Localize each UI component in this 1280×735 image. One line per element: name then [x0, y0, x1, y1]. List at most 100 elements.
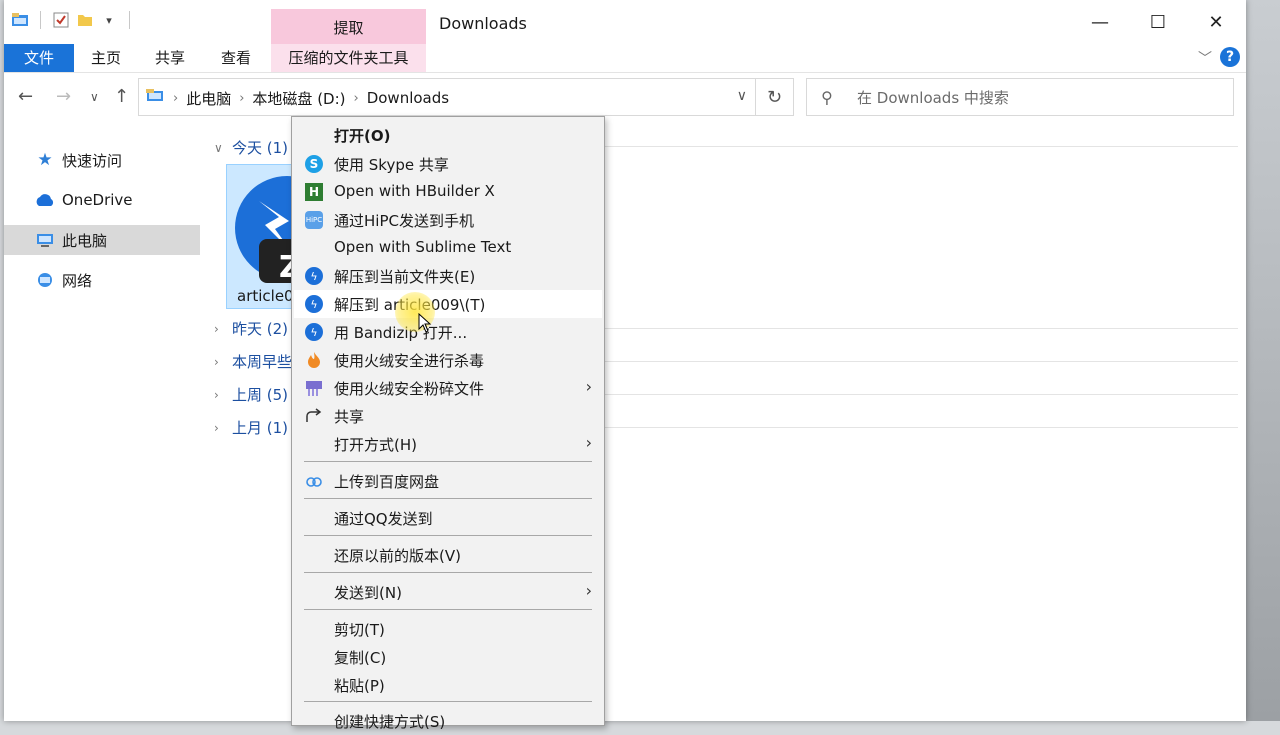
- menu-item-send-qq[interactable]: 通过QQ发送到: [294, 504, 602, 532]
- help-icon[interactable]: ?: [1220, 47, 1240, 67]
- menu-separator: [304, 535, 592, 536]
- toolbar-divider: [129, 11, 130, 29]
- menu-item-copy[interactable]: 复制(C): [294, 643, 602, 671]
- search-input[interactable]: [855, 85, 1219, 111]
- menu-item-huorong-shred[interactable]: 使用火绒安全粉碎文件 ›: [294, 374, 602, 402]
- tab-view[interactable]: 查看: [206, 44, 266, 72]
- menu-item-label: 通过QQ发送到: [334, 510, 433, 528]
- expand-ribbon-icon[interactable]: ﹀: [1198, 48, 1212, 68]
- menu-item-share-skype[interactable]: S 使用 Skype 共享: [294, 150, 602, 178]
- this-pc-icon: [145, 88, 165, 108]
- shredder-icon: [304, 378, 324, 398]
- menu-item-extract-to-folder[interactable]: ϟ 解压到 article009\(T): [294, 290, 602, 318]
- menu-item-send-to[interactable]: 发送到(N) ›: [294, 578, 602, 606]
- menu-item-share[interactable]: 共享: [294, 402, 602, 430]
- chevron-right-icon: ›: [214, 387, 219, 402]
- context-tab-label: 提取: [333, 19, 364, 37]
- menu-item-create-shortcut[interactable]: 创建快捷方式(S): [294, 707, 602, 735]
- computer-icon: [34, 232, 56, 248]
- tab-share[interactable]: 共享: [140, 44, 200, 72]
- group-label: 上月 (1): [232, 419, 289, 437]
- customize-toolbar-dropdown-icon[interactable]: ▾: [99, 10, 119, 30]
- search-box[interactable]: ⚲: [806, 78, 1234, 116]
- file-name: article0: [237, 287, 294, 305]
- navigation-bar: ← → ∨ ↑ › 此电脑 › 本地磁盘 (D:) › Downloads ∨ …: [4, 78, 1246, 120]
- breadcrumb-separator-icon[interactable]: ›: [239, 91, 244, 106]
- group-header-today[interactable]: ∨ 今天 (1): [214, 137, 288, 158]
- menu-item-label: 粘贴(P): [334, 677, 385, 695]
- group-header-last-month[interactable]: › 上月 (1): [214, 417, 288, 438]
- breadcrumb-downloads[interactable]: Downloads: [367, 89, 449, 107]
- hbuilder-icon: H: [304, 182, 324, 202]
- new-folder-icon[interactable]: [75, 10, 95, 30]
- maximize-button[interactable]: ☐: [1129, 0, 1187, 44]
- nav-item-this-pc[interactable]: 此电脑: [4, 225, 200, 255]
- menu-item-open[interactable]: 打开(O): [294, 121, 602, 149]
- nav-item-onedrive[interactable]: OneDrive: [4, 185, 200, 215]
- menu-separator: [304, 461, 592, 462]
- menu-item-label: 使用 Skype 共享: [334, 156, 449, 174]
- up-arrow-icon[interactable]: ↑: [114, 86, 129, 107]
- nav-item-quick-access[interactable]: ★ 快速访问: [4, 145, 200, 175]
- back-arrow-icon[interactable]: ←: [18, 86, 33, 107]
- menu-item-hipc-send[interactable]: HiPC 通过HiPC发送到手机: [294, 206, 602, 234]
- group-label: 今天 (1): [232, 139, 289, 157]
- menu-item-label: 打开(O): [334, 127, 391, 145]
- menu-item-restore-versions[interactable]: 还原以前的版本(V): [294, 541, 602, 569]
- refresh-icon: ↻: [766, 86, 783, 108]
- forward-arrow-icon[interactable]: →: [56, 86, 71, 107]
- menu-item-label: 剪切(T): [334, 621, 385, 639]
- group-label: 昨天 (2): [232, 320, 289, 338]
- menu-item-open-with[interactable]: 打开方式(H) ›: [294, 430, 602, 458]
- menu-item-huorong-scan[interactable]: 使用火绒安全进行杀毒: [294, 346, 602, 374]
- nav-item-label: 此电脑: [62, 231, 108, 250]
- properties-icon[interactable]: [51, 10, 71, 30]
- menu-item-baidu-upload[interactable]: 上传到百度网盘: [294, 467, 602, 495]
- window-title: Downloads: [439, 14, 527, 33]
- chevron-down-icon: ∨: [214, 140, 223, 155]
- close-button[interactable]: ✕: [1187, 0, 1245, 44]
- minimize-button[interactable]: —: [1071, 0, 1129, 44]
- refresh-button[interactable]: ↻: [756, 78, 794, 116]
- hipc-icon: HiPC: [304, 210, 324, 230]
- menu-item-label: 创建快捷方式(S): [334, 713, 446, 731]
- group-header-earlier-this-week[interactable]: › 本周早些: [214, 351, 292, 372]
- explorer-app-icon[interactable]: [10, 10, 30, 30]
- menu-item-open-hbuilder[interactable]: H Open with HBuilder X: [294, 178, 602, 206]
- navigation-pane: ★ 快速访问 OneDrive 此电脑 网络: [4, 128, 200, 528]
- tab-compressed-folder-tools[interactable]: 压缩的文件夹工具: [271, 44, 426, 72]
- bandizip-icon: ϟ: [304, 322, 324, 342]
- group-header-yesterday[interactable]: › 昨天 (2): [214, 318, 288, 339]
- breadcrumb-separator-icon[interactable]: ›: [173, 91, 178, 106]
- chevron-right-icon: ›: [214, 321, 219, 336]
- address-dropdown-icon[interactable]: ∨: [737, 88, 747, 104]
- menu-item-paste[interactable]: 粘贴(P): [294, 671, 602, 699]
- chevron-right-icon: ›: [585, 433, 592, 452]
- tab-home[interactable]: 主页: [76, 44, 136, 72]
- menu-item-label: 解压到当前文件夹(E): [334, 268, 476, 286]
- menu-item-extract-here[interactable]: ϟ 解压到当前文件夹(E): [294, 262, 602, 290]
- quick-access-toolbar: ▾: [10, 10, 136, 30]
- menu-item-label: 打开方式(H): [334, 436, 417, 454]
- menu-item-open-sublime[interactable]: Open with Sublime Text: [294, 234, 602, 262]
- menu-item-cut[interactable]: 剪切(T): [294, 615, 602, 643]
- nav-item-network[interactable]: 网络: [4, 265, 200, 295]
- breadcrumb-this-pc[interactable]: 此电脑: [186, 88, 231, 109]
- minimize-icon: —: [1091, 11, 1109, 33]
- nav-item-label: 网络: [62, 271, 93, 290]
- menu-item-open-bandizip[interactable]: ϟ 用 Bandizip 打开...: [294, 318, 602, 346]
- group-header-last-week[interactable]: › 上周 (5): [214, 384, 288, 405]
- bandizip-icon: ϟ: [304, 294, 324, 314]
- menu-item-label: 发送到(N): [334, 584, 402, 602]
- breadcrumb: › 此电脑 › 本地磁盘 (D:) › Downloads: [145, 79, 449, 117]
- search-icon: ⚲: [821, 88, 833, 107]
- share-icon: [304, 406, 324, 426]
- address-bar[interactable]: › 此电脑 › 本地磁盘 (D:) › Downloads ∨: [138, 78, 756, 116]
- recent-locations-chevron-icon[interactable]: ∨: [90, 90, 99, 104]
- nav-item-label: OneDrive: [62, 191, 133, 209]
- breadcrumb-separator-icon[interactable]: ›: [354, 91, 359, 106]
- chevron-right-icon: ›: [214, 354, 219, 369]
- breadcrumb-local-disk[interactable]: 本地磁盘 (D:): [252, 88, 345, 109]
- tab-file[interactable]: 文件: [4, 44, 74, 72]
- context-tab-extract[interactable]: 提取: [271, 9, 426, 44]
